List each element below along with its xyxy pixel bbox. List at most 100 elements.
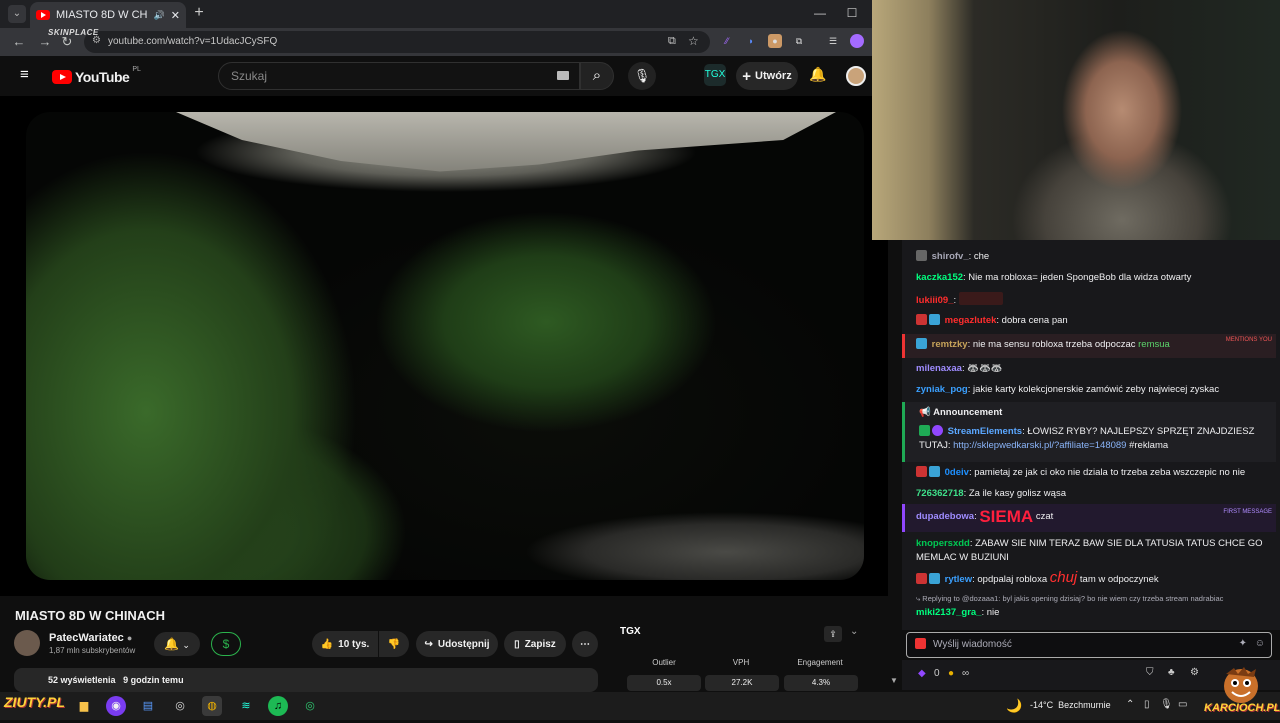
chat-username[interactable]: 726362718	[916, 488, 964, 499]
dislike-button[interactable]: 👎	[379, 631, 409, 657]
more-actions-button[interactable]: ⋯	[572, 631, 598, 657]
extension-2-icon[interactable]: ◗	[744, 34, 758, 48]
youtube-header: ≡ YouTube PL ⌕ 🎙 TGX + Utwórz 🔔	[0, 56, 888, 96]
channel-points-icon[interactable]: ◆	[918, 668, 926, 679]
chat-username[interactable]: remtzky	[932, 339, 968, 350]
maximize-button[interactable]: ☐	[842, 4, 862, 22]
tab-close-icon[interactable]: ✕	[171, 9, 180, 22]
chat-username[interactable]: megazlutek	[945, 315, 997, 326]
chat-username[interactable]: dupadebowa	[916, 511, 974, 522]
microphone-tray-icon[interactable]: 🎙	[1160, 699, 1173, 710]
chat-text: : opdpalaj robloxa	[972, 574, 1050, 585]
chat-username[interactable]: kaczka152	[916, 272, 963, 283]
url-text[interactable]: youtube.com/watch?v=1UdacJCySFQ	[108, 36, 277, 47]
weather-text[interactable]: -14°C Bezchmurnie	[1030, 700, 1111, 710]
chat-message-first: dupadebowa: SIEMA czat FIRST MESSAGE	[902, 504, 1276, 532]
youtube-logo[interactable]: YouTube PL	[52, 66, 141, 85]
menu-icon[interactable]: ≡	[20, 67, 36, 82]
chat-reply-context[interactable]: ⤷ Replying to @dozaaa1: byl jakis openin…	[916, 592, 1276, 606]
channel-avatar[interactable]	[14, 630, 40, 656]
like-button[interactable]: 👍 10 tys.	[312, 631, 378, 657]
chat-announcement: 📢 Announcement StreamElements: ŁOWISZ RY…	[902, 402, 1276, 462]
app-icon-2[interactable]: ◎	[300, 696, 320, 716]
notifications-bell-icon[interactable]: 🔔	[808, 66, 828, 86]
keyboard-icon[interactable]	[557, 71, 569, 80]
chat-username[interactable]: rytlew	[945, 574, 972, 585]
voice-search-button[interactable]: 🎙	[628, 62, 656, 90]
share-button[interactable]: ↪ Udostępnij	[416, 631, 498, 657]
spotify-icon[interactable]: ♫	[268, 696, 288, 716]
export-icon[interactable]: ⇪	[824, 626, 842, 642]
video-player[interactable]	[0, 96, 888, 596]
network-icon[interactable]: ▭	[1178, 699, 1187, 710]
terminal-app-icon[interactable]: ≋	[236, 696, 256, 716]
video-frame[interactable]	[26, 112, 864, 580]
chat-settings-badge-icon[interactable]	[915, 638, 926, 649]
extensions-puzzle-icon[interactable]: ⧉	[792, 34, 806, 48]
user-badge-icon	[916, 338, 927, 349]
subscribed-bell-button[interactable]: 🔔 ⌄	[154, 632, 200, 656]
chat-username[interactable]: shirofv_	[932, 251, 969, 262]
new-tab-button[interactable]: +	[190, 4, 208, 22]
thanks-donate-button[interactable]: $	[211, 632, 241, 656]
search-input[interactable]	[231, 69, 531, 83]
tgx-extension-button[interactable]: TGX	[704, 64, 726, 86]
country-code: PL	[132, 66, 141, 73]
extension-3-icon[interactable]: ●	[768, 34, 782, 48]
chat-username[interactable]: StreamElements	[948, 426, 1022, 437]
install-app-icon[interactable]: ⧉	[668, 35, 676, 48]
collapse-chevron-icon[interactable]: ⌄	[850, 626, 858, 637]
shield-icon[interactable]: ⛉	[1146, 667, 1154, 678]
tab-title: MIASTO 8D W CHINACH - Y	[56, 9, 148, 21]
channel-name[interactable]: PatecWariatec ●	[49, 632, 132, 644]
tab-search-icon[interactable]: ⌄	[8, 5, 26, 23]
chat-settings-gear-icon[interactable]: ⚙	[1190, 667, 1199, 678]
more-icon: ⋯	[580, 638, 590, 650]
poland-badge-icon	[916, 466, 927, 477]
profile-icon[interactable]	[850, 34, 864, 48]
leaderboard-icon[interactable]: ♣	[1168, 667, 1175, 678]
stat-value-engagement: 4.3%	[784, 675, 858, 691]
tray-chevron-icon[interactable]: ⌃	[1126, 699, 1134, 710]
back-button[interactable]: ←	[10, 33, 28, 51]
audio-icon[interactable]: 🔊	[154, 10, 165, 21]
chat-username[interactable]: miki2137_gra_	[916, 607, 982, 618]
app-icon-1[interactable]: ◉	[106, 696, 126, 716]
emote-picker-icon[interactable]: ☺	[1255, 638, 1265, 649]
chat-username[interactable]: zyniak_pog	[916, 384, 968, 395]
account-avatar[interactable]	[846, 66, 866, 86]
chat-username[interactable]: lukiii09_	[916, 295, 954, 306]
chat-username[interactable]: milenaxaa	[916, 363, 962, 374]
microphone-icon: 🎙	[633, 68, 651, 83]
bookmark-star-icon[interactable]: ☆	[688, 34, 699, 48]
chat-input[interactable]: Wyślij wiadomość ✦ ☺	[906, 632, 1272, 658]
youtube-logo-icon	[52, 70, 72, 84]
chat-mention[interactable]: remsua	[1138, 339, 1170, 350]
extension-1-icon[interactable]: ⁄⁄	[720, 34, 734, 48]
video-title: MIASTO 8D W CHINACH	[15, 608, 165, 623]
weather-icon[interactable]: 🌙	[1006, 698, 1022, 714]
chat-username[interactable]: knopersxdd	[916, 538, 970, 549]
chat-username[interactable]: 0deiv	[945, 467, 969, 478]
chat-link[interactable]: http://sklepwedkarski.pl/?affiliate=1480…	[953, 440, 1126, 451]
search-button[interactable]: ⌕	[580, 62, 614, 90]
video-description-box[interactable]: 52 wyświetlenia 9 godzin temu	[14, 668, 598, 692]
browser-tab[interactable]: MIASTO 8D W CHINACH - Y 🔊 ✕	[30, 2, 186, 28]
chat-text: : pamietaj ze jak ci oko nie dziala to t…	[968, 467, 1246, 478]
address-bar[interactable]: ⚙ youtube.com/watch?v=1UdacJCySFQ ⧉ ☆	[84, 31, 710, 53]
obs-icon[interactable]: ◎	[170, 696, 190, 716]
karcioch-logo-text: KARCIOCH.PL	[1204, 702, 1280, 714]
chrome-icon[interactable]: ◍	[202, 696, 222, 716]
save-button[interactable]: ▯ Zapisz	[504, 631, 566, 657]
chat-text: : nie ma sensu robloxa trzeba odpoczac	[967, 339, 1139, 350]
media-controls-icon[interactable]: ☰	[826, 34, 840, 48]
create-button[interactable]: + Utwórz	[736, 62, 798, 90]
minimize-button[interactable]: —	[810, 4, 830, 22]
file-explorer-icon[interactable]: ▆	[74, 696, 94, 716]
bits-icon[interactable]: ✦	[1239, 638, 1247, 649]
tray-device-icon[interactable]: ▯	[1144, 699, 1150, 710]
scroll-down-icon[interactable]: ▼	[890, 676, 898, 685]
calendar-app-icon[interactable]: ▤	[138, 696, 158, 716]
chat-text: : dobra cena pan	[996, 315, 1068, 326]
announcement-body: StreamElements: ŁOWISZ RYBY? NAJLEPSZY S…	[919, 425, 1276, 453]
